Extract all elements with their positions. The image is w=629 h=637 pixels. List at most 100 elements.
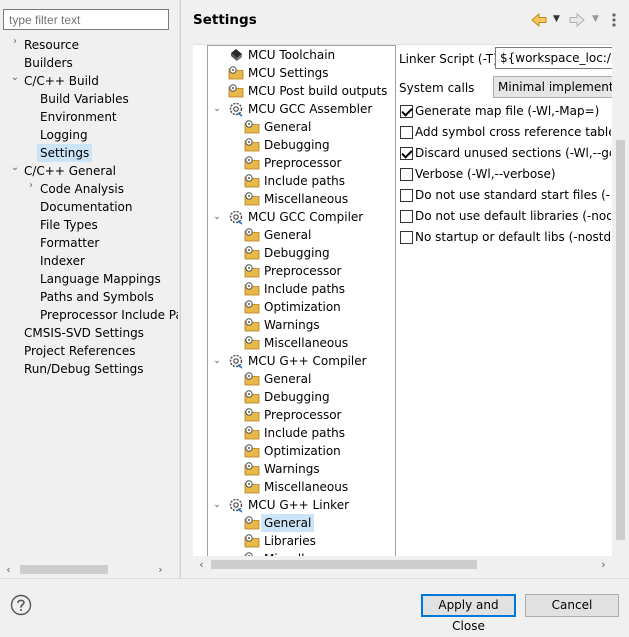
tree-item[interactable]: General	[208, 514, 395, 532]
nav-item[interactable]: Run/Debug Settings	[0, 360, 178, 378]
nav-item-label: Code Analysis	[40, 182, 124, 196]
nav-item[interactable]: CMSIS-SVD Settings	[0, 324, 178, 342]
tree-item[interactable]: Preprocessor	[208, 154, 395, 172]
tree-item[interactable]: MCU Post build outputs	[208, 82, 395, 100]
back-dropdown-icon[interactable]: ▼	[553, 14, 560, 24]
tree-item[interactable]: Preprocessor	[208, 406, 395, 424]
tree-item[interactable]: ⌄ MCU GCC Compiler	[208, 208, 395, 226]
tree-item[interactable]: Miscellaneous	[208, 478, 395, 496]
scroll-left-icon[interactable]: ‹	[0, 561, 17, 578]
tree-item[interactable]: Optimization	[208, 298, 395, 316]
nav-item[interactable]: Documentation	[0, 198, 178, 216]
tree-item[interactable]: Debugging	[208, 244, 395, 262]
tree-item[interactable]: Preprocessor	[208, 262, 395, 280]
tree-item[interactable]: Warnings	[208, 460, 395, 478]
nav-item[interactable]: File Types	[0, 216, 178, 234]
nav-item[interactable]: Paths and Symbols	[0, 288, 178, 306]
expand-chevron-icon[interactable]: ›	[9, 36, 21, 54]
tree-item-label: Preprocessor	[264, 408, 342, 422]
content-hscroll-thumb[interactable]	[211, 560, 477, 569]
tree-item[interactable]: ⌄ MCU G++ Linker	[208, 496, 395, 514]
collapse-chevron-icon[interactable]: ⌄	[212, 100, 222, 118]
collapse-chevron-icon[interactable]: ⌄	[212, 352, 222, 370]
tree-item[interactable]: MCU Toolchain	[208, 46, 395, 64]
sash-splitter[interactable]	[179, 0, 181, 578]
tree-item[interactable]: Include paths	[208, 280, 395, 298]
tree-item[interactable]: ⌄ MCU G++ Compiler	[208, 352, 395, 370]
tree-item[interactable]: Debugging	[208, 388, 395, 406]
tree-item[interactable]: Include paths	[208, 424, 395, 442]
nav-hscrollbar[interactable]: ‹ ›	[0, 561, 178, 578]
nav-item[interactable]: Indexer	[0, 252, 178, 270]
collapse-chevron-icon[interactable]: ⌄	[212, 208, 222, 226]
nav-item-label: Formatter	[40, 236, 100, 250]
content-vscroll-thumb[interactable]	[616, 140, 625, 540]
tree-item[interactable]: Libraries	[208, 532, 395, 550]
option-checkbox-label[interactable]: Do not use default libraries (-nodefault…	[415, 209, 611, 223]
nav-item-label: Environment	[40, 110, 117, 124]
nav-item[interactable]: ⌄ C/C++ Build	[0, 72, 178, 90]
nav-item[interactable]: Project References	[0, 342, 178, 360]
tree-item[interactable]: ⌄ MCU GCC Assembler	[208, 100, 395, 118]
option-checkbox[interactable]	[400, 126, 413, 139]
option-checkbox[interactable]	[400, 189, 413, 202]
tree-item[interactable]: Debugging	[208, 136, 395, 154]
scroll-right-icon[interactable]: ›	[152, 561, 169, 578]
nav-item[interactable]: › Resource	[0, 36, 178, 54]
option-checkbox[interactable]	[400, 168, 413, 181]
collapse-chevron-icon[interactable]: ⌄	[9, 162, 21, 180]
nav-item[interactable]: Language Mappings	[0, 270, 178, 288]
settings-folder-icon	[244, 425, 260, 441]
apply-and-close-button[interactable]: Apply and Close	[421, 594, 516, 633]
nav-item[interactable]: Builders	[0, 54, 178, 72]
forward-dropdown-icon[interactable]: ▼	[592, 14, 599, 24]
tree-item-label: Include paths	[264, 282, 346, 296]
tree-item[interactable]: Warnings	[208, 316, 395, 334]
filter-input[interactable]	[3, 9, 169, 30]
tree-item[interactable]: General	[208, 370, 395, 388]
content-scroll-right-icon[interactable]: ›	[595, 556, 612, 573]
view-menu-icon[interactable]	[610, 12, 618, 28]
tree-item[interactable]: Include paths	[208, 172, 395, 190]
content-vscrollbar[interactable]	[612, 44, 629, 556]
option-checkbox-label[interactable]: Discard unused sections (-Wl,--gc-sectio…	[415, 146, 611, 160]
cancel-button[interactable]: Cancel	[525, 594, 619, 617]
option-checkbox[interactable]	[400, 105, 413, 118]
nav-item[interactable]: › Code Analysis	[0, 180, 178, 198]
help-icon[interactable]	[10, 594, 32, 616]
nav-item[interactable]: Logging	[0, 126, 178, 144]
nav-item[interactable]: Formatter	[0, 234, 178, 252]
nav-hscroll-thumb[interactable]	[20, 565, 108, 574]
collapse-chevron-icon[interactable]: ⌄	[212, 496, 222, 514]
option-checkbox-label[interactable]: Generate map file (-Wl,-Map=)	[415, 104, 611, 118]
forward-arrow-icon[interactable]	[568, 11, 586, 29]
option-checkbox[interactable]	[400, 231, 413, 244]
system-calls-combo[interactable]: Minimal implementation	[493, 76, 615, 98]
content-scroll-left-icon[interactable]: ‹	[193, 556, 210, 573]
tree-item[interactable]: Miscellaneous	[208, 334, 395, 352]
option-checkbox[interactable]	[400, 147, 413, 160]
linker-script-input[interactable]: ${workspace_loc:/${ProjName}/STM32F401RE…	[495, 47, 615, 69]
nav-item[interactable]: ⌄ C/C++ General	[0, 162, 178, 180]
nav-item-label: Indexer	[40, 254, 85, 268]
nav-item[interactable]: Environment	[0, 108, 178, 126]
expand-chevron-icon[interactable]: ›	[25, 180, 37, 198]
nav-item[interactable]: Settings	[0, 144, 178, 162]
content-hscrollbar[interactable]: ‹ ›	[193, 556, 629, 573]
tree-item[interactable]: MCU Settings	[208, 64, 395, 82]
system-calls-label: System calls	[399, 81, 475, 95]
option-checkbox-label[interactable]: Verbose (-Wl,--verbose)	[415, 167, 611, 181]
collapse-chevron-icon[interactable]: ⌄	[9, 72, 21, 90]
tree-item[interactable]: Miscellaneous	[208, 190, 395, 208]
option-checkbox-label[interactable]: No startup or default libs (-nostdlib)	[415, 230, 611, 244]
option-checkbox-label[interactable]: Add symbol cross reference table to map …	[415, 125, 611, 139]
option-checkbox[interactable]	[400, 210, 413, 223]
option-checkbox-label[interactable]: Do not use standard start files (-nostar…	[415, 188, 611, 202]
nav-item[interactable]: Build Variables	[0, 90, 178, 108]
nav-item[interactable]: Preprocessor Include Pat	[0, 306, 178, 324]
tree-item[interactable]: Optimization	[208, 442, 395, 460]
tree-item[interactable]: General	[208, 226, 395, 244]
tree-item[interactable]: General	[208, 118, 395, 136]
tree-item-label: Debugging	[264, 138, 330, 152]
back-arrow-icon[interactable]	[530, 11, 548, 29]
